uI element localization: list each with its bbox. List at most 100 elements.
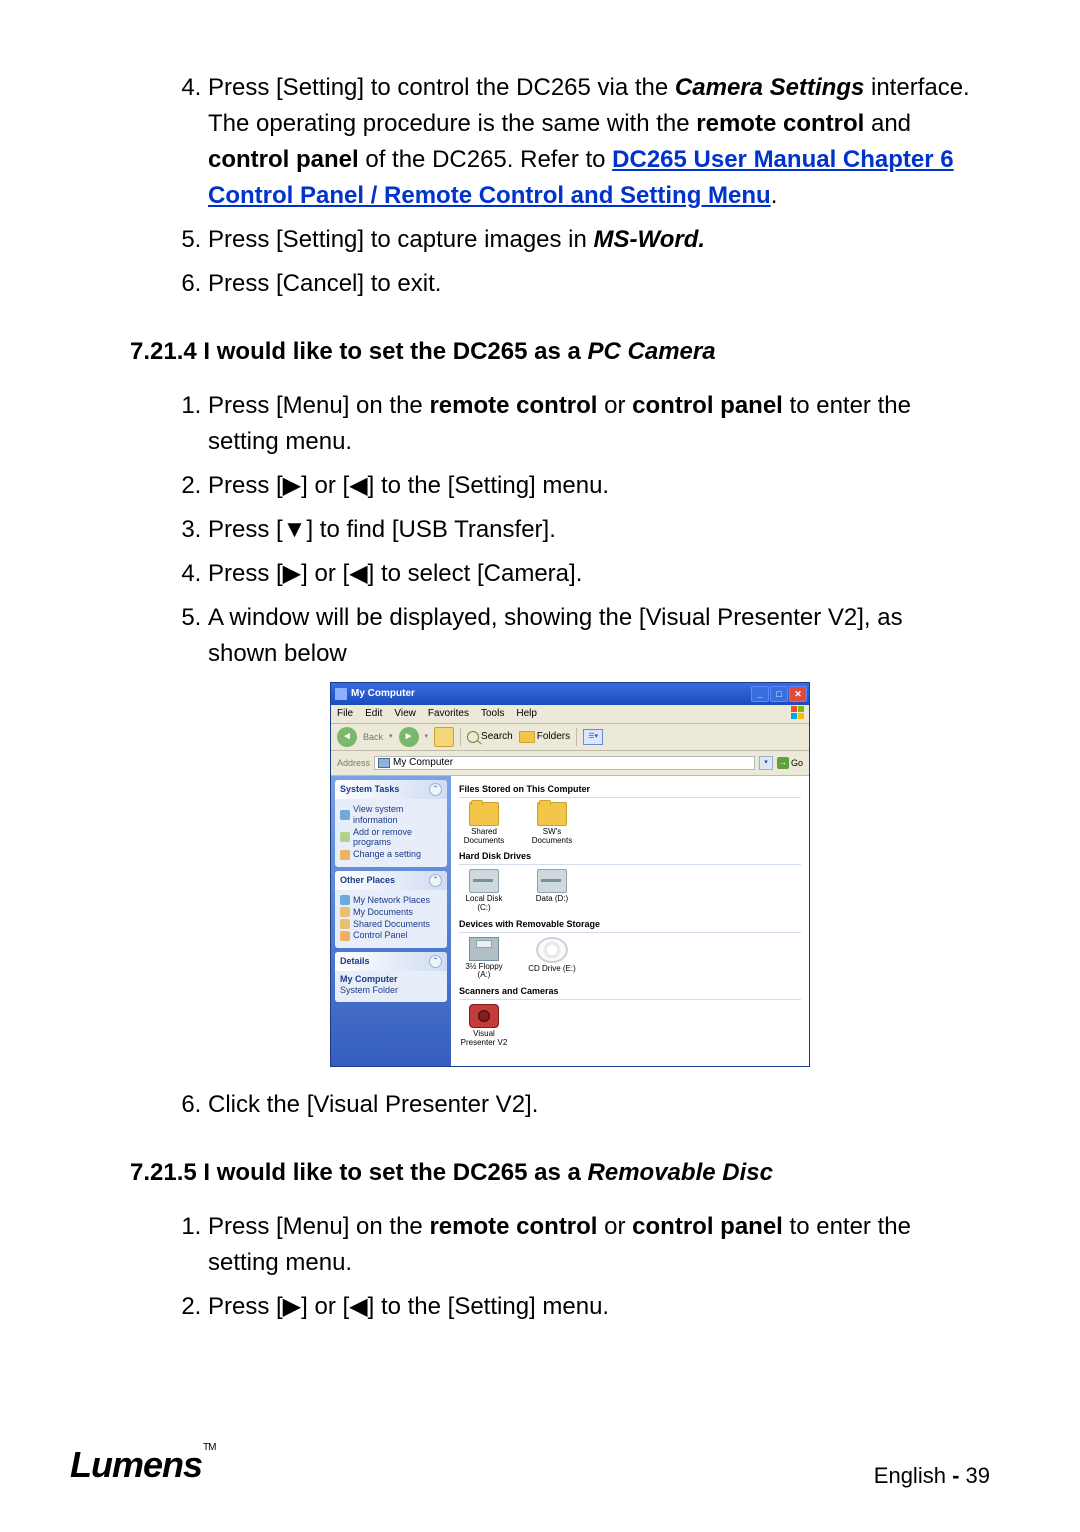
instruction-list-continued: Press [Setting] to control the DC265 via…	[170, 70, 970, 302]
section-7-21-5-list: Press [Menu] on the remote control or co…	[170, 1209, 970, 1325]
system-tasks-panel: System Tasks ⌃ View system information A…	[335, 780, 447, 867]
page-footer: Lumens TM English - 39	[70, 1438, 990, 1492]
window-title: My Computer	[351, 688, 415, 700]
folder-icon	[519, 731, 535, 743]
group-scanners-cameras: Scanners and Cameras	[459, 986, 801, 1000]
sws-documents-item[interactable]: SW's Documents	[527, 802, 577, 846]
window-body: System Tasks ⌃ View system information A…	[331, 776, 809, 1066]
visual-presenter-v2-item[interactable]: Visual Presenter V2	[459, 1004, 509, 1048]
s4-item-4: Press [▶] or [◀] to select [Camera].	[208, 556, 970, 592]
details-header[interactable]: Details ⌃	[335, 952, 447, 971]
network-icon	[340, 895, 350, 905]
window-titlebar[interactable]: My Computer _ □ ✕	[331, 683, 809, 705]
go-button[interactable]: →Go	[777, 757, 803, 769]
group-hard-disk: Hard Disk Drives	[459, 851, 801, 865]
address-label: Address	[337, 758, 370, 769]
hard-drive-icon	[537, 869, 567, 893]
address-value: My Computer	[393, 757, 453, 769]
change-setting-link[interactable]: Change a setting	[340, 849, 442, 860]
details-type: System Folder	[340, 985, 442, 996]
collapse-icon[interactable]: ⌃	[429, 874, 442, 887]
control-panel-link[interactable]: Control Panel	[340, 930, 442, 941]
menu-tools[interactable]: Tools	[481, 708, 504, 720]
menu-bar: File Edit View Favorites Tools Help	[331, 705, 809, 724]
s5-item-1: Press [Menu] on the remote control or co…	[208, 1209, 970, 1281]
collapse-icon[interactable]: ⌃	[429, 955, 442, 968]
control-panel-icon	[340, 931, 350, 941]
page-content: Press [Setting] to control the DC265 via…	[90, 70, 990, 1325]
manual-page: Press [Setting] to control the DC265 via…	[0, 0, 1080, 1532]
instruction-item-4: Press [Setting] to control the DC265 via…	[208, 70, 970, 214]
s4-item-5: A window will be displayed, showing the …	[208, 600, 970, 672]
toolbar: ◄ Back ▾ ► ▾ Search Folders ☰▾	[331, 724, 809, 751]
toolbar-separator	[460, 728, 461, 746]
fwd-chevron-icon[interactable]: ▾	[425, 733, 429, 741]
explorer-main-pane: Files Stored on This Computer Shared Doc…	[451, 776, 809, 1066]
folder-icon	[469, 802, 499, 826]
hard-drive-icon	[469, 869, 499, 893]
system-tasks-header[interactable]: System Tasks ⌃	[335, 780, 447, 799]
forward-button[interactable]: ►	[399, 727, 419, 747]
shared-documents-item[interactable]: Shared Documents	[459, 802, 509, 846]
collapse-icon[interactable]: ⌃	[429, 783, 442, 796]
folders-button[interactable]: Folders	[519, 731, 570, 743]
up-button[interactable]	[434, 727, 454, 747]
documents-icon	[340, 907, 350, 917]
floppy-a-item[interactable]: 3½ Floppy (A:)	[459, 937, 509, 981]
close-button[interactable]: ✕	[789, 686, 807, 702]
s4-item-3: Press [▼] to find [USB Transfer].	[208, 512, 970, 548]
section-7-21-4-heading: 7.21.4 I would like to set the DC265 as …	[130, 334, 970, 370]
details-panel: Details ⌃ My Computer System Folder	[335, 952, 447, 1002]
local-disk-c-item[interactable]: Local Disk (C:)	[459, 869, 509, 913]
address-bar: Address My Computer ▾ →Go	[331, 751, 809, 776]
section-7-21-4-list: Press [Menu] on the remote control or co…	[170, 388, 970, 672]
menu-help[interactable]: Help	[516, 708, 537, 720]
s4-item-1: Press [Menu] on the remote control or co…	[208, 388, 970, 460]
instruction-item-5: Press [Setting] to capture images in MS-…	[208, 222, 970, 258]
my-computer-icon	[335, 688, 347, 700]
floppy-icon	[469, 937, 499, 961]
shared-docs-icon	[340, 919, 350, 929]
data-d-item[interactable]: Data (D:)	[527, 869, 577, 913]
camera-icon	[469, 1004, 499, 1028]
search-icon	[467, 731, 479, 743]
view-system-information-link[interactable]: View system information	[340, 804, 442, 826]
trademark-icon: TM	[203, 1440, 215, 1455]
address-dropdown-icon[interactable]: ▾	[759, 756, 773, 770]
maximize-button[interactable]: □	[770, 686, 788, 702]
window-control-buttons: _ □ ✕	[751, 686, 807, 702]
section-7-21-4-list-cont: Click the [Visual Presenter V2].	[170, 1087, 970, 1123]
back-button[interactable]: ◄	[337, 727, 357, 747]
s4-item-6: Click the [Visual Presenter V2].	[208, 1087, 970, 1123]
add-remove-programs-link[interactable]: Add or remove programs	[340, 827, 442, 849]
back-label: Back	[363, 732, 383, 743]
other-places-header[interactable]: Other Places ⌃	[335, 871, 447, 890]
shared-documents-link[interactable]: Shared Documents	[340, 919, 442, 930]
my-computer-small-icon	[378, 758, 390, 768]
tasks-sidebar: System Tasks ⌃ View system information A…	[331, 776, 451, 1066]
menu-file[interactable]: File	[337, 708, 353, 720]
search-button[interactable]: Search	[467, 731, 513, 743]
minimize-button[interactable]: _	[751, 686, 769, 702]
my-network-places-link[interactable]: My Network Places	[340, 895, 442, 906]
views-button[interactable]: ☰▾	[583, 729, 603, 745]
my-documents-link[interactable]: My Documents	[340, 907, 442, 918]
instruction-item-6: Press [Cancel] to exit.	[208, 266, 970, 302]
menu-favorites[interactable]: Favorites	[428, 708, 469, 720]
toolbar-separator-2	[576, 728, 577, 746]
cd-icon	[536, 937, 568, 963]
go-arrow-icon: →	[777, 757, 789, 769]
page-number: English - 39	[874, 1459, 990, 1492]
back-chevron-icon[interactable]: ▾	[389, 733, 393, 741]
info-icon	[340, 810, 350, 820]
section-7-21-5-heading: 7.21.5 I would like to set the DC265 as …	[130, 1155, 970, 1191]
menu-edit[interactable]: Edit	[365, 708, 382, 720]
s4-item-2: Press [▶] or [◀] to the [Setting] menu.	[208, 468, 970, 504]
my-computer-window: My Computer _ □ ✕ File Edit View Favorit…	[330, 682, 810, 1067]
address-input[interactable]: My Computer	[374, 756, 755, 770]
add-remove-icon	[340, 832, 350, 842]
details-name: My Computer	[340, 974, 442, 985]
menu-view[interactable]: View	[394, 708, 416, 720]
other-places-panel: Other Places ⌃ My Network Places My Docu…	[335, 871, 447, 948]
cd-drive-e-item[interactable]: CD Drive (E:)	[527, 937, 577, 981]
